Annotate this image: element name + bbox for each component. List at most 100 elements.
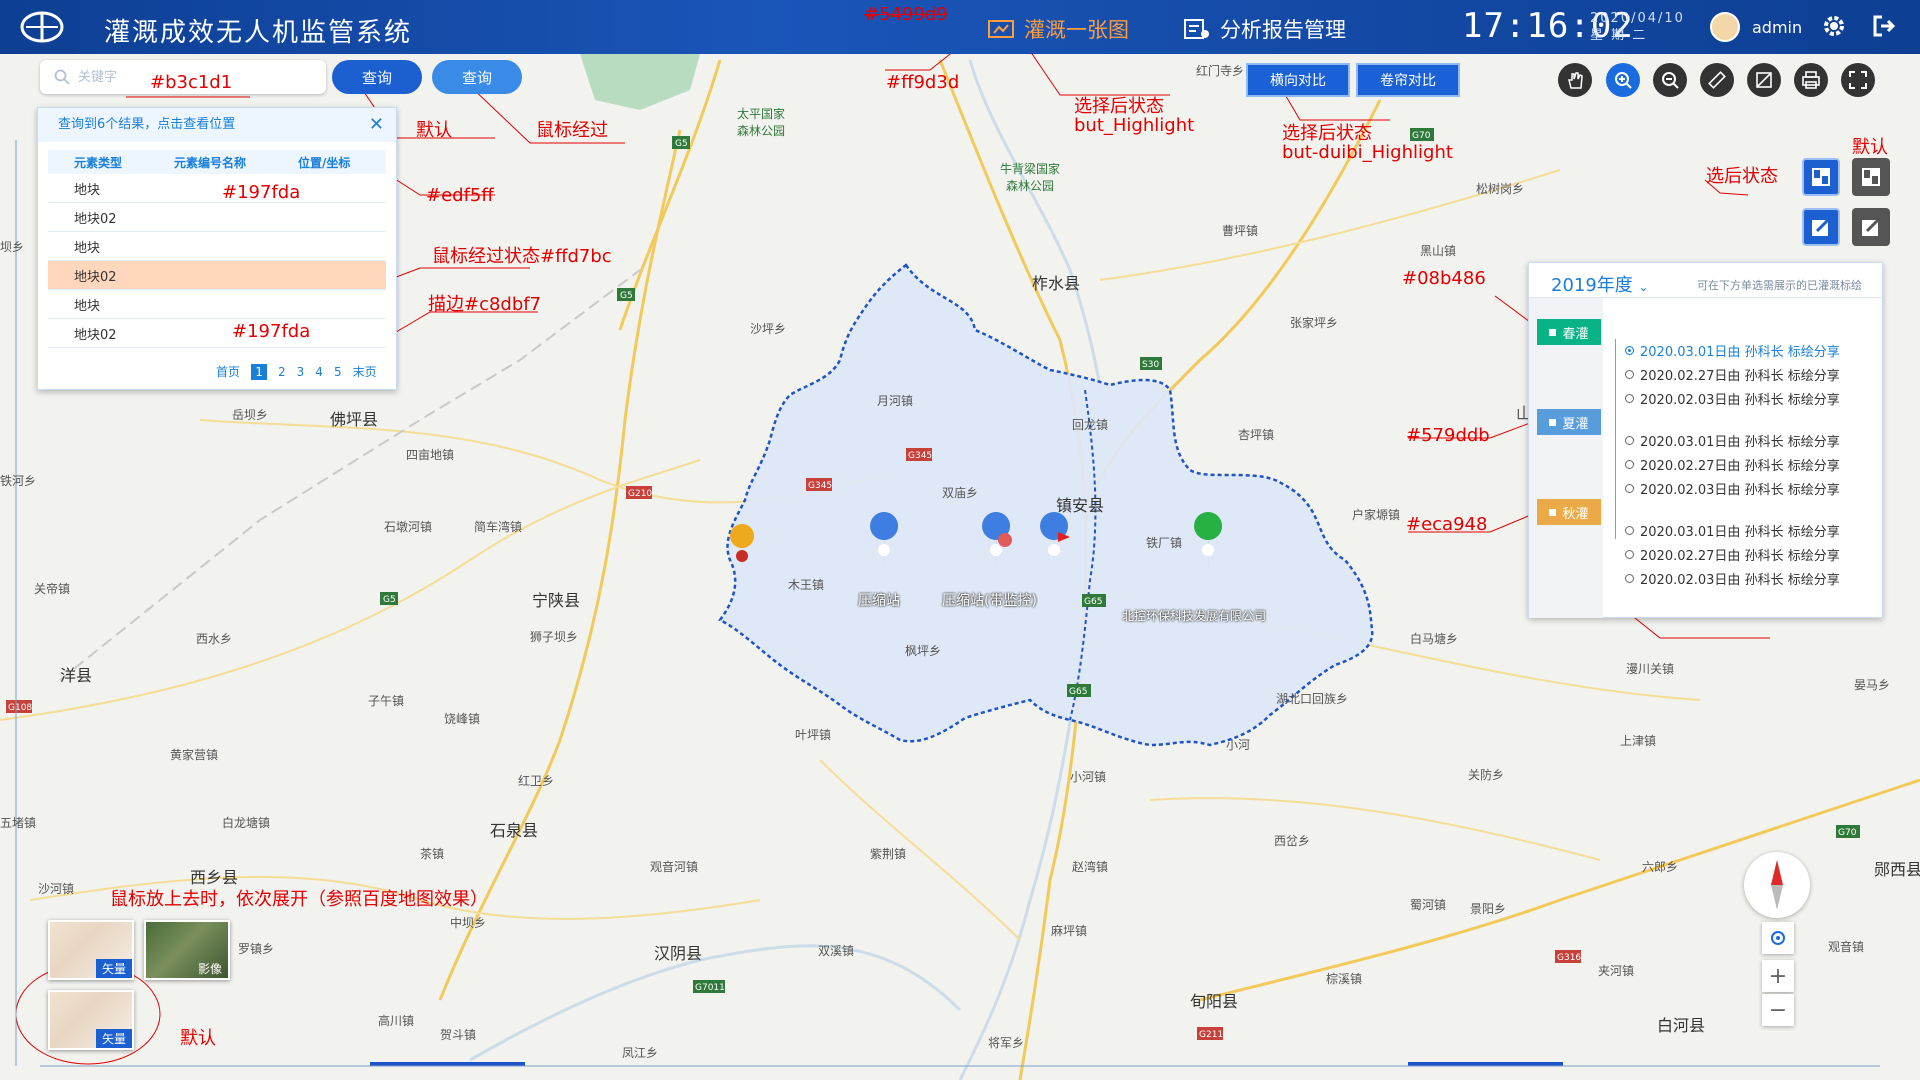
annotation: #579ddb [1406, 425, 1490, 446]
season-record[interactable]: 2020.02.27日由 孙科长 标绘分享 [1625, 545, 1840, 564]
edit-toggle-default[interactable] [1852, 208, 1890, 246]
map-label: 石泉县 [490, 821, 539, 840]
ruler-icon[interactable] [1700, 63, 1734, 97]
svg-text:G210: G210 [628, 489, 652, 499]
map-label: 漫川关镇 [1626, 662, 1675, 676]
cell: 地块02 [74, 327, 117, 343]
map-label: 上津镇 [1620, 734, 1657, 748]
map-label: 简车湾镇 [474, 520, 523, 534]
layer-toggle-selected[interactable] [1802, 158, 1840, 196]
query-button-hover[interactable]: 查询 [432, 60, 522, 94]
map-label: 郧西县 [1874, 860, 1920, 879]
gear-icon[interactable] [1822, 14, 1846, 38]
cell: 地块02 [74, 211, 117, 227]
poi-label: 压缩站 [858, 593, 900, 609]
zoom-plus-button[interactable]: + [1762, 960, 1794, 992]
layer-toggle-default[interactable] [1852, 158, 1890, 196]
season-record[interactable]: 2020.02.27日由 孙科长 标绘分享 [1625, 365, 1840, 384]
basemap-image[interactable]: 影像 [144, 920, 230, 980]
season-record-selected[interactable]: 2020.03.01日由 孙科长 标绘分享 [1625, 341, 1840, 360]
horizontal-compare-button[interactable]: 横向对比 [1246, 63, 1350, 97]
page-link[interactable]: 3 [297, 365, 305, 379]
table-row[interactable]: 地块 [48, 290, 386, 319]
poi-label: 北控环保科技发展有限公司 [1122, 609, 1267, 623]
basemap-vector-default[interactable]: 矢量 [48, 990, 134, 1050]
annotation: #ff9d3d [886, 72, 960, 93]
map-label: 红门寺乡 [1196, 64, 1245, 78]
svg-text:G70: G70 [1412, 131, 1431, 141]
fullscreen-icon[interactable] [1841, 63, 1875, 97]
page-last[interactable]: 末页 [353, 363, 377, 380]
table-row[interactable]: 地块 [48, 174, 386, 203]
record-label: 2020.02.27日由 孙科长 标绘分享 [1640, 369, 1840, 384]
map-label: 子午镇 [368, 694, 405, 708]
map-label: 铁河乡 [0, 474, 37, 488]
zoom-minus-button[interactable]: − [1762, 994, 1794, 1026]
season-record[interactable]: 2020.02.03日由 孙科长 标绘分享 [1625, 479, 1840, 498]
edit-toggle-selected[interactable] [1802, 208, 1840, 246]
page-link[interactable]: 4 [315, 365, 323, 379]
svg-text:G7011: G7011 [695, 983, 725, 993]
map-label: 白马塘乡 [1410, 632, 1459, 646]
radio-icon [1625, 370, 1634, 379]
search-icon [54, 69, 70, 85]
season-tag-autumn[interactable]: 秋灌 [1537, 499, 1601, 525]
table-row[interactable]: 地块02 [48, 319, 386, 348]
print-icon[interactable] [1794, 63, 1828, 97]
curtain-compare-button[interactable]: 卷帘对比 [1356, 63, 1460, 97]
zoom-out-icon[interactable] [1653, 63, 1687, 97]
season-tag-spring[interactable]: 春灌 [1537, 319, 1601, 345]
table-row[interactable]: 地块 [48, 232, 386, 261]
map-label: 棕溪镇 [1326, 972, 1363, 986]
page-first[interactable]: 首页 [216, 363, 240, 380]
season-tag-summer[interactable]: 夏灌 [1537, 409, 1601, 435]
season-record[interactable]: 2020.03.01日由 孙科长 标绘分享 [1625, 521, 1840, 540]
query-button-default[interactable]: 查询 [332, 60, 422, 94]
map-label: 西岔乡 [1274, 834, 1311, 848]
nav-analysis-report[interactable]: 分析报告管理 [1184, 14, 1346, 44]
basemap-label: 矢量 [95, 959, 132, 978]
map-label: 观音河镇 [650, 860, 699, 874]
app-title: 灌溉成效无人机监管系统 [104, 18, 413, 48]
map-label: 贺斗镇 [440, 1028, 477, 1042]
table-row[interactable]: 地块02 [48, 203, 386, 232]
page-current[interactable]: 1 [251, 363, 268, 380]
nav-irrigation-map[interactable]: 灌溉一张图 [988, 14, 1129, 44]
close-icon[interactable]: ✕ [369, 114, 384, 135]
locate-icon[interactable] [1762, 922, 1794, 954]
page-link[interactable]: 2 [278, 365, 286, 379]
svg-text:G65: G65 [1084, 597, 1102, 607]
table-row-hovered[interactable]: 地块02 [48, 261, 386, 290]
zoom-in-icon[interactable] [1606, 63, 1640, 97]
map-label: 狮子坝乡 [530, 630, 579, 644]
logout-icon[interactable] [1872, 14, 1896, 38]
map-label: 叶坪镇 [795, 728, 832, 742]
year-select[interactable]: 2019年度 ⌄ [1551, 271, 1649, 297]
map-label: 四亩地镇 [406, 448, 455, 462]
cell: 地块02 [74, 269, 117, 285]
compass-icon[interactable] [1744, 852, 1810, 918]
map-label: 小河镇 [1070, 770, 1107, 784]
annotation: #5499d9 [864, 4, 948, 25]
tree-line [1615, 339, 1616, 539]
page-link[interactable]: 5 [334, 365, 342, 379]
hand-icon[interactable] [1558, 63, 1592, 97]
user-menu[interactable]: admin [1710, 12, 1802, 42]
cell: 地块 [74, 298, 101, 314]
map-label: 紫荆镇 [870, 847, 907, 861]
map-label: 将军乡 [988, 1036, 1025, 1050]
square-icon [1549, 508, 1557, 516]
area-measure-icon[interactable] [1747, 63, 1781, 97]
season-record[interactable]: 2020.03.01日由 孙科长 标绘分享 [1625, 431, 1840, 450]
season-record[interactable]: 2020.02.03日由 孙科长 标绘分享 [1625, 389, 1840, 408]
season-record[interactable]: 2020.02.27日由 孙科长 标绘分享 [1625, 455, 1840, 474]
map-label: 赵湾镇 [1072, 860, 1109, 874]
square-icon [1549, 418, 1557, 426]
map-label: 麻坪镇 [1051, 924, 1088, 938]
record-label: 2020.03.01日由 孙科长 标绘分享 [1640, 525, 1840, 540]
search-results-panel: 查询到6个结果，点击查看位置 ✕ 元素类型 元素编号名称 位置/坐标 地块 地块… [37, 107, 397, 390]
map-label: 木王镇 [788, 578, 825, 592]
basemap-vector[interactable]: 矢量 [48, 920, 134, 980]
map-label: 五堵镇 [0, 816, 37, 830]
season-record[interactable]: 2020.02.03日由 孙科长 标绘分享 [1625, 569, 1840, 588]
